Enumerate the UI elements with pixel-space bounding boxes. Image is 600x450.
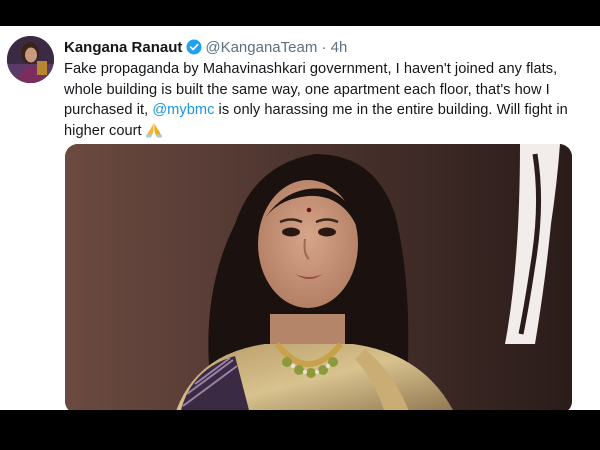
verified-badge-icon (186, 39, 202, 55)
avatar[interactable] (7, 36, 54, 83)
avatar-photo (7, 36, 54, 83)
tweet-text: Fake propaganda by Mahavinashkari govern… (64, 59, 580, 141)
separator-dot: · (321, 39, 327, 56)
portrait-photo (65, 144, 572, 410)
bottom-bar (0, 410, 600, 450)
user-handle[interactable]: @KanganaTeam (205, 39, 317, 56)
tweet-media-photo[interactable] (65, 144, 572, 410)
tweet-card[interactable]: Kangana Ranaut @KanganaTeam · 4h Fake pro… (0, 26, 600, 410)
mention-link[interactable]: @mybmc (152, 102, 214, 118)
folded-hands-icon (145, 122, 163, 138)
tweet-header: Kangana Ranaut @KanganaTeam · 4h (64, 38, 590, 60)
display-name[interactable]: Kangana Ranaut (64, 39, 182, 56)
timestamp[interactable]: 4h (331, 39, 348, 56)
